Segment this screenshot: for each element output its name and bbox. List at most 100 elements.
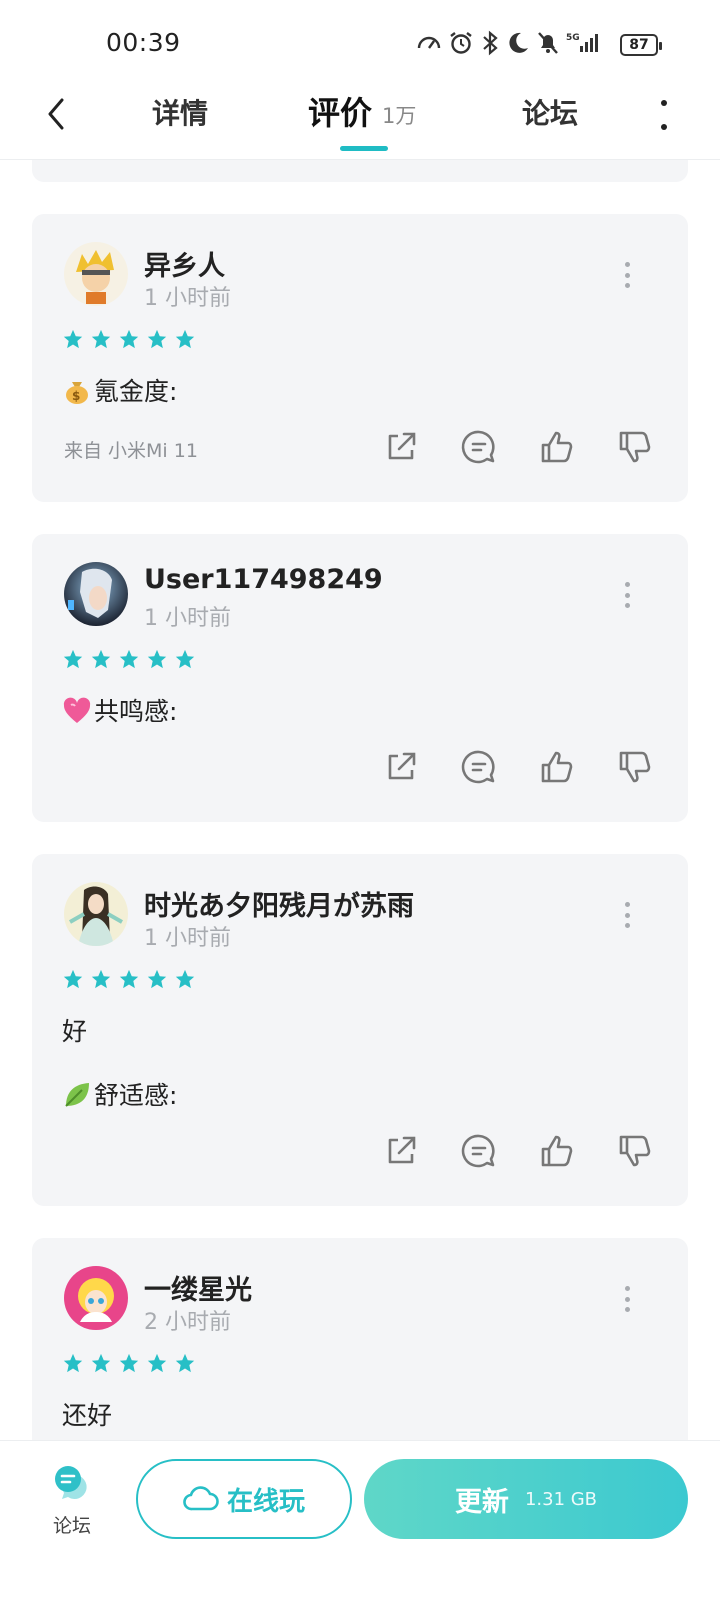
avatar[interactable] [64,242,128,306]
review-actions [382,1132,654,1170]
reviews-count: 1万 [382,104,417,128]
star-icon [175,969,195,989]
star-icon [175,1353,195,1373]
review-more-button[interactable] [622,262,632,288]
share-icon[interactable] [382,428,420,466]
cloud-icon [183,1486,219,1511]
review-text: 好 [62,1017,88,1046]
moon-icon [509,32,528,53]
star-icon [147,1353,167,1373]
mute-bell-icon [538,32,558,54]
review-text: 还好 [62,1401,113,1430]
review-card: 一缕星光 2 小时前 还好 [32,1238,688,1458]
thumbs-up-icon[interactable] [538,748,576,786]
avatar[interactable] [64,562,128,626]
device-info: 来自 小米Mi 11 [64,440,198,462]
share-icon[interactable] [382,1132,420,1170]
review-text: 共鸣感: [62,692,177,728]
thumbs-down-icon[interactable] [616,428,654,466]
review-more-button[interactable] [622,1286,632,1312]
star-icon [63,1353,83,1373]
status-icons: 5G [416,30,602,56]
star-icon [63,329,83,349]
post-time: 2 小时前 [144,1310,231,1335]
star-icon [147,969,167,989]
comment-icon[interactable] [460,748,498,786]
star-icon [119,969,139,989]
back-button[interactable] [38,94,78,134]
thumbs-up-icon[interactable] [538,1132,576,1170]
star-icon [175,329,195,349]
battery-indicator: 87 [620,34,662,56]
svg-text:5G: 5G [566,33,580,43]
username[interactable]: User117498249 [144,564,383,595]
forum-chat-icon [55,1466,87,1499]
update-label: 更新 [454,1486,509,1518]
rating-stars [62,328,196,350]
tab-reviews[interactable]: 评价 [308,88,372,134]
rating-stars [62,1352,196,1374]
star-icon [119,1353,139,1373]
review-card: 时光あ夕阳残月が苏雨 1 小时前 好 舒适感: [32,854,688,1206]
previous-review-card-edge [32,160,688,182]
review-text: $ 氪金度: [62,372,177,408]
rating-stars [62,648,196,670]
signal-5g-icon: 5G [566,33,598,52]
bottom-action-bar: 论坛 在线玩 更新 1.31 GB [0,1440,720,1600]
bluetooth-icon [483,30,498,56]
rating-stars [62,968,196,990]
post-time: 1 小时前 [144,606,231,631]
username[interactable]: 一缕星光 [144,1268,252,1307]
review-more-button[interactable] [622,582,632,608]
thumbs-down-icon[interactable] [616,1132,654,1170]
avatar[interactable] [64,1266,128,1330]
status-bar: 00:39 5G 87 [0,0,720,90]
star-icon [91,649,111,669]
play-online-button[interactable]: 在线玩 [136,1459,352,1539]
speedometer-icon [417,36,441,49]
money-bag-icon: $ [66,382,88,404]
star-icon [147,329,167,349]
star-icon [91,969,111,989]
star-icon [91,1353,111,1373]
share-icon[interactable] [382,748,420,786]
username[interactable]: 异乡人 [144,244,225,283]
avatar[interactable] [64,882,128,946]
review-more-button[interactable] [622,902,632,928]
review-actions [382,428,654,466]
pink-heart-icon [63,697,91,723]
alarm-icon [450,32,472,54]
post-time: 1 小时前 [144,286,231,311]
tab-details[interactable]: 详情 [152,92,208,132]
leaf-icon [65,1083,89,1107]
comment-icon[interactable] [460,428,498,466]
star-icon [63,969,83,989]
svg-text:$: $ [72,389,80,403]
review-card: User117498249 1 小时前 共鸣感: [32,534,688,822]
review-actions [382,748,654,786]
thumbs-up-icon[interactable] [538,428,576,466]
tab-forum[interactable]: 论坛 [522,92,578,132]
update-size: 1.31 GB [524,1488,598,1510]
more-options-button[interactable] [652,100,676,130]
star-icon [91,329,111,349]
post-time: 1 小时前 [144,926,231,951]
top-navigation: 详情 评价 1万 论坛 [0,80,720,160]
status-time: 00:39 [106,28,181,57]
comment-icon[interactable] [460,1132,498,1170]
forum-shortcut[interactable]: 论坛 [48,1463,96,1538]
star-icon [119,329,139,349]
star-icon [63,649,83,669]
star-icon [175,649,195,669]
review-text: 舒适感: [62,1076,177,1112]
update-button[interactable]: 更新 1.31 GB [364,1459,688,1539]
star-icon [147,649,167,669]
star-icon [119,649,139,669]
forum-label: 论坛 [52,1515,91,1537]
username[interactable]: 时光あ夕阳残月が苏雨 [144,884,414,923]
review-card: 异乡人 1 小时前 $ 氪金度: 来自 小米Mi 11 [32,214,688,502]
active-tab-indicator [340,146,388,151]
play-online-label: 在线玩 [226,1486,305,1517]
back-arrow-icon [48,98,64,130]
thumbs-down-icon[interactable] [616,748,654,786]
